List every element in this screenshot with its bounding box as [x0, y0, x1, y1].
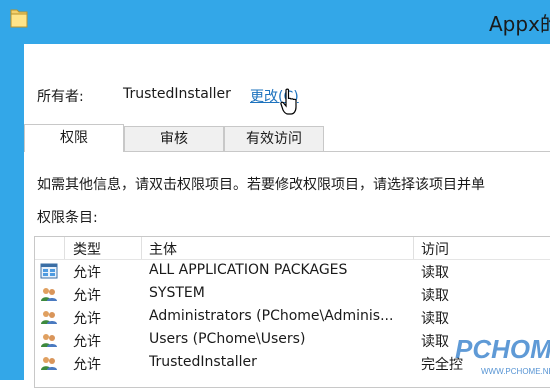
pchome-watermark-logo: PCHOME WWW.PCHOME.NET — [455, 334, 550, 376]
column-header-type[interactable]: 类型 — [73, 239, 101, 259]
entry-type: 允许 — [73, 265, 101, 281]
entry-access: 读取 — [421, 288, 449, 304]
entry-principal: ALL APPLICATION PACKAGES — [149, 262, 348, 278]
entry-type: 允许 — [73, 311, 101, 327]
window-frame-left — [0, 44, 24, 380]
tab-label: 审核 — [160, 131, 188, 147]
table-row[interactable]: 允许 ALL APPLICATION PACKAGES 读取 — [35, 260, 550, 283]
users-group-icon — [41, 334, 57, 347]
owner-label: 所有者: — [37, 89, 84, 105]
app-package-icon — [40, 263, 58, 279]
window-title: Appx的 — [489, 12, 550, 36]
owner-value: TrustedInstaller — [123, 86, 231, 102]
entry-access: 读取 — [421, 334, 449, 350]
column-separator[interactable] — [141, 237, 142, 259]
folder-icon — [10, 9, 28, 28]
users-group-icon — [41, 288, 57, 301]
table-row[interactable]: 允许 SYSTEM 读取 — [35, 283, 550, 306]
tab-permissions[interactable]: 权限 — [24, 124, 124, 152]
entry-principal: TrustedInstaller — [149, 354, 257, 370]
entry-principal: Administrators (PChome\Adminis... — [149, 308, 394, 324]
entry-principal: Users (PChome\Users) — [149, 331, 306, 347]
entry-type: 允许 — [73, 357, 101, 373]
column-header-access[interactable]: 访问 — [421, 239, 449, 259]
tab-label: 权限 — [60, 130, 88, 146]
column-separator[interactable] — [413, 237, 414, 259]
list-header: 类型 主体 访问 — [35, 237, 550, 260]
tab-label: 有效访问 — [246, 131, 302, 147]
hand-cursor-icon — [280, 88, 297, 115]
entry-principal: SYSTEM — [149, 285, 205, 301]
info-text: 如需其他信息，请双击权限项目。若要修改权限项目，请选择该项目并单 — [37, 177, 485, 193]
entry-type: 允许 — [73, 334, 101, 350]
column-separator[interactable] — [64, 237, 65, 259]
column-header-principal[interactable]: 主体 — [149, 239, 177, 259]
tab-effective-access[interactable]: 有效访问 — [224, 126, 324, 151]
window-titlebar[interactable]: Appx的 — [0, 0, 550, 44]
watermark-brand: PCHOME — [455, 334, 550, 364]
watermark-url: WWW.PCHOME.NET — [481, 367, 550, 376]
users-group-icon — [41, 357, 57, 370]
tab-auditing[interactable]: 审核 — [124, 126, 224, 151]
permission-entries-label: 权限条目: — [37, 210, 98, 226]
users-group-icon — [41, 311, 57, 324]
entry-type: 允许 — [73, 288, 101, 304]
entry-access: 读取 — [421, 265, 449, 281]
entry-access: 读取 — [421, 311, 449, 327]
